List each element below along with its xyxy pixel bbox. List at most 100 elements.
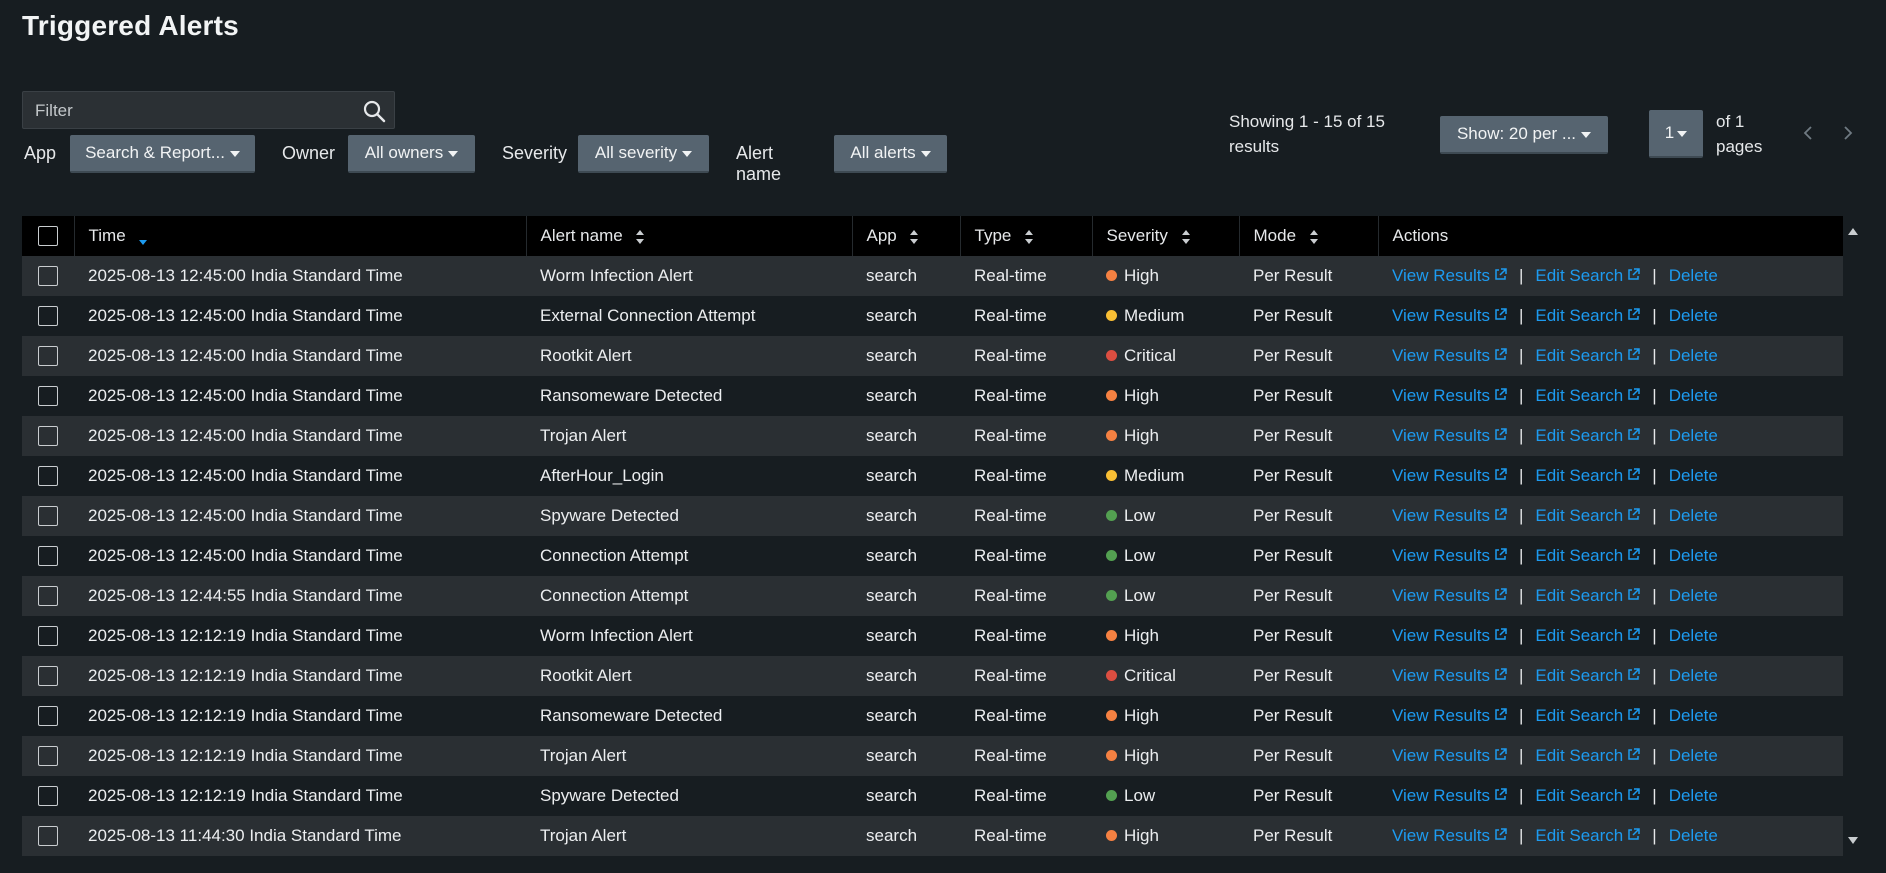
row-checkbox[interactable] <box>38 706 58 727</box>
severity-filter-dropdown[interactable]: All severity <box>578 135 709 173</box>
cell-time: 2025-08-13 12:45:00 India Standard Time <box>88 386 403 405</box>
header-severity[interactable]: Severity <box>1092 216 1240 256</box>
page-select-dropdown[interactable]: 1 <box>1649 110 1703 158</box>
delete-link[interactable]: Delete <box>1669 746 1718 765</box>
alertname-filter-dropdown[interactable]: All alerts <box>834 135 947 173</box>
owner-filter-dropdown[interactable]: All owners <box>348 135 475 173</box>
row-checkbox[interactable] <box>38 586 58 607</box>
view-results-link[interactable]: View Results <box>1392 266 1507 285</box>
delete-link[interactable]: Delete <box>1669 706 1718 725</box>
cell-mode: Per Result <box>1253 266 1333 285</box>
view-results-link[interactable]: View Results <box>1392 466 1507 485</box>
header-mode[interactable]: Mode <box>1239 216 1379 256</box>
table-scrollbar[interactable] <box>1843 216 1863 856</box>
delete-link[interactable]: Delete <box>1669 306 1718 325</box>
view-results-link[interactable]: View Results <box>1392 386 1507 405</box>
view-results-link[interactable]: View Results <box>1392 546 1507 565</box>
row-checkbox[interactable] <box>38 546 58 567</box>
edit-search-link[interactable]: Edit Search <box>1535 746 1641 765</box>
view-results-link[interactable]: View Results <box>1392 706 1507 725</box>
per-page-dropdown[interactable]: Show: 20 per ... <box>1440 116 1608 154</box>
row-checkbox[interactable] <box>38 306 58 327</box>
chevron-right-icon[interactable] <box>1838 120 1858 146</box>
view-results-link[interactable]: View Results <box>1392 786 1507 805</box>
row-checkbox[interactable] <box>38 746 58 767</box>
edit-search-link[interactable]: Edit Search <box>1535 546 1641 565</box>
delete-link[interactable]: Delete <box>1669 506 1718 525</box>
delete-link[interactable]: Delete <box>1669 546 1718 565</box>
view-results-link[interactable]: View Results <box>1392 426 1507 445</box>
select-all-checkbox[interactable] <box>37 226 58 247</box>
cell-severity: Low <box>1092 536 1239 576</box>
row-checkbox[interactable] <box>38 466 58 487</box>
row-checkbox[interactable] <box>38 386 58 407</box>
view-results-link[interactable]: View Results <box>1392 506 1507 525</box>
severity-dot-icon <box>1106 470 1117 482</box>
edit-search-link[interactable]: Edit Search <box>1535 506 1641 525</box>
chevron-left-icon[interactable] <box>1798 120 1818 146</box>
header-app[interactable]: App <box>852 216 961 256</box>
edit-search-link[interactable]: Edit Search <box>1535 466 1641 485</box>
cell-type: Real-time <box>974 426 1047 445</box>
view-results-label: View Results <box>1392 626 1490 645</box>
cell-time: 2025-08-13 12:45:00 India Standard Time <box>88 466 403 485</box>
cell-time: 2025-08-13 12:45:00 India Standard Time <box>88 506 403 525</box>
edit-search-link[interactable]: Edit Search <box>1535 666 1641 685</box>
view-results-link[interactable]: View Results <box>1392 746 1507 765</box>
app-filter-dropdown[interactable]: Search & Report... <box>70 135 255 173</box>
search-icon[interactable] <box>362 99 386 123</box>
header-alert-name[interactable]: Alert name <box>526 216 853 256</box>
edit-search-link[interactable]: Edit Search <box>1535 306 1641 325</box>
filter-input[interactable] <box>23 92 357 130</box>
delete-link[interactable]: Delete <box>1669 666 1718 685</box>
cell-app: search <box>866 826 918 845</box>
edit-search-link[interactable]: Edit Search <box>1535 266 1641 285</box>
header-type[interactable]: Type <box>960 216 1093 256</box>
row-checkbox[interactable] <box>38 266 58 287</box>
severity-dot-icon <box>1106 510 1117 522</box>
delete-link[interactable]: Delete <box>1669 426 1718 445</box>
view-results-link[interactable]: View Results <box>1392 306 1507 325</box>
row-select-cell <box>22 656 74 696</box>
view-results-link[interactable]: View Results <box>1392 666 1507 685</box>
header-time[interactable]: Time <box>74 216 527 256</box>
delete-link[interactable]: Delete <box>1669 826 1718 845</box>
row-checkbox[interactable] <box>38 786 58 807</box>
view-results-link[interactable]: View Results <box>1392 346 1507 365</box>
row-checkbox[interactable] <box>38 506 58 527</box>
cell-alert-name: Spyware Detected <box>540 786 679 805</box>
view-results-link[interactable]: View Results <box>1392 826 1507 845</box>
cell-type: Real-time <box>974 706 1047 725</box>
row-checkbox[interactable] <box>38 826 58 847</box>
view-results-link[interactable]: View Results <box>1392 586 1507 605</box>
edit-search-link[interactable]: Edit Search <box>1535 626 1641 645</box>
edit-search-link[interactable]: Edit Search <box>1535 386 1641 405</box>
edit-search-link[interactable]: Edit Search <box>1535 586 1641 605</box>
cell-app: search <box>866 666 918 685</box>
edit-search-link[interactable]: Edit Search <box>1535 426 1641 445</box>
scroll-down-icon[interactable] <box>1847 836 1859 846</box>
delete-link[interactable]: Delete <box>1669 346 1718 365</box>
delete-link[interactable]: Delete <box>1669 626 1718 645</box>
edit-search-link[interactable]: Edit Search <box>1535 706 1641 725</box>
view-results-link[interactable]: View Results <box>1392 626 1507 645</box>
delete-link[interactable]: Delete <box>1669 266 1718 285</box>
table-row: 2025-08-13 12:12:19 India Standard Time T… <box>22 736 1843 776</box>
row-checkbox[interactable] <box>38 626 58 647</box>
scroll-up-icon[interactable] <box>1847 226 1859 236</box>
header-select-all <box>22 216 75 256</box>
row-select-cell <box>22 776 74 816</box>
edit-search-link[interactable]: Edit Search <box>1535 826 1641 845</box>
edit-search-link[interactable]: Edit Search <box>1535 346 1641 365</box>
external-link-icon <box>1628 548 1641 560</box>
delete-link[interactable]: Delete <box>1669 386 1718 405</box>
delete-link[interactable]: Delete <box>1669 786 1718 805</box>
row-checkbox[interactable] <box>38 426 58 447</box>
cell-mode: Per Result <box>1253 466 1333 485</box>
row-checkbox[interactable] <box>38 666 58 687</box>
delete-link[interactable]: Delete <box>1669 466 1718 485</box>
row-checkbox[interactable] <box>38 346 58 367</box>
delete-link[interactable]: Delete <box>1669 586 1718 605</box>
edit-search-link[interactable]: Edit Search <box>1535 786 1641 805</box>
cell-app: search <box>866 786 918 805</box>
